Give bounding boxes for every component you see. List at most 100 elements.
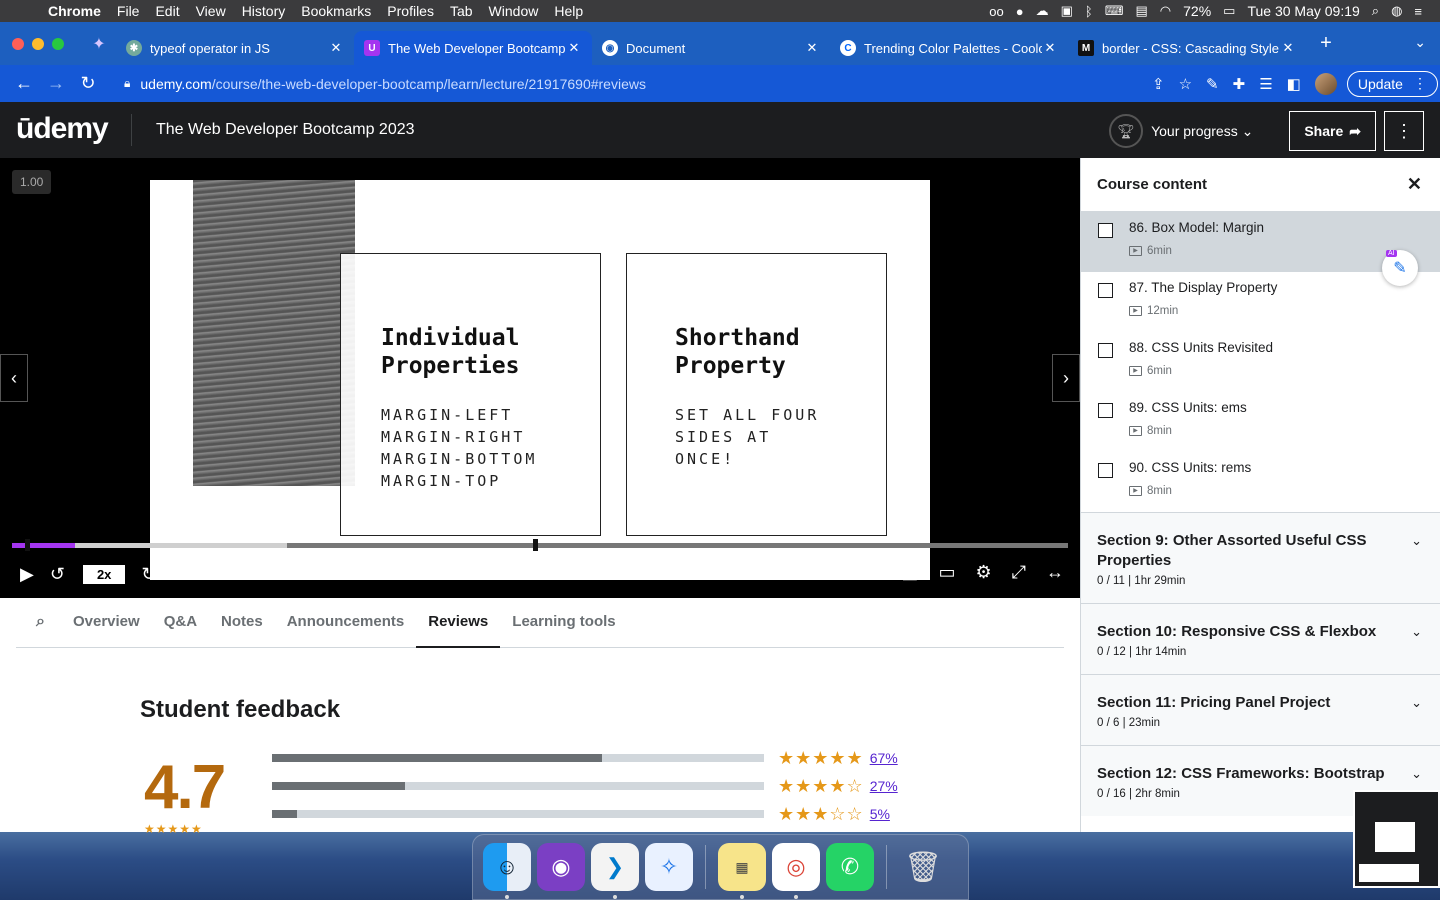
fullscreen-icon[interactable]: ⤢ [1012,562,1026,583]
lock-icon[interactable]: 🔒︎ [124,76,130,91]
maximize-window-button[interactable] [52,37,64,50]
rating-row-stars[interactable]: ★★★★☆ [778,776,864,797]
add-note-icon[interactable]: ≡ [275,564,286,585]
rating-row-stars[interactable]: ★★★☆☆ [778,804,864,825]
safari-icon[interactable]: ✧ [645,843,693,891]
close-tab-icon[interactable]: ✕ [1280,40,1296,56]
memory-icon[interactable]: ▤ [1135,3,1147,19]
course-title[interactable]: The Web Developer Bootcamp 2023 [132,121,415,139]
side-panel-icon[interactable]: ◧ [1287,75,1301,93]
settings-gear-icon[interactable]: ⚙ [975,562,991,583]
spotlight-search-icon[interactable]: ⌕ [1372,3,1379,19]
battery-icon[interactable]: ▭ [1223,3,1235,19]
lecture-item[interactable]: 89. CSS Units: ems ▶ 8min [1081,392,1440,452]
close-tab-icon[interactable]: ✕ [804,40,820,56]
menu-history[interactable]: History [234,3,294,19]
screenshot-thumbnail[interactable] [1353,790,1440,888]
tab-notes[interactable]: Notes [209,598,275,648]
wifi-icon[interactable]: ◠ [1160,3,1171,19]
battery-percentage[interactable]: 72% [1183,3,1211,19]
tab-qa[interactable]: Q&A [152,598,209,648]
tab-reviews[interactable]: Reviews [416,598,501,648]
video-progress-bar[interactable] [12,539,1068,551]
expand-width-icon[interactable]: ↔ [1046,562,1064,583]
section-item[interactable]: Section 9: Other Assorted Useful CSS Pro… [1081,512,1440,603]
cloud-icon[interactable]: ☁ [1036,3,1049,19]
more-options-button[interactable]: ⋮ [1384,111,1424,151]
extensions-puzzle-icon[interactable]: ✚ [1233,75,1246,93]
finder-icon[interactable]: ☺ [483,843,531,899]
menu-profiles[interactable]: Profiles [379,3,442,19]
rating-row-percent[interactable]: 27% [870,778,898,794]
close-tab-icon[interactable]: ✕ [328,40,344,56]
tab-search-chevron-icon[interactable]: ⌄ [1414,34,1426,51]
chevron-down-icon[interactable]: ⌄ [1411,533,1422,549]
address-bar[interactable]: 🔒︎ udemy.com/course/the-web-developer-bo… [110,69,1140,99]
previous-lecture-button[interactable]: ‹ [0,354,28,402]
rating-row-percent[interactable]: 5% [870,806,890,822]
tab-typeof-operator[interactable]: ✱ typeof operator in JS ✕ [116,31,354,65]
github-desktop-icon[interactable]: ◉ [537,843,585,891]
circle-icon[interactable]: ● [1016,4,1024,19]
ai-assistant-button[interactable]: AI ✎ [1382,250,1418,286]
vscode-icon[interactable]: ❯ [591,843,639,899]
rewind-icon[interactable]: ↺ [50,564,65,585]
close-window-button[interactable] [12,37,24,50]
profile-avatar[interactable] [1314,72,1337,95]
menu-app-name[interactable]: Chrome [40,3,109,19]
new-tab-button[interactable]: + [1306,32,1346,55]
whatsapp-icon[interactable]: ✆ [826,843,874,891]
share-button[interactable]: Share ➦ [1289,111,1376,151]
close-tab-icon[interactable]: ✕ [566,40,582,56]
section-item[interactable]: Section 10: Responsive CSS & Flexbox 0 /… [1081,603,1440,674]
menu-tab[interactable]: Tab [442,3,481,19]
rating-row-percent[interactable]: 67% [870,750,898,766]
lecture-checkbox[interactable] [1098,343,1113,358]
close-icon[interactable]: ✕ [1407,174,1422,195]
trophy-icon[interactable]: 🏆︎ [1109,114,1144,148]
forward-arrow-icon[interactable]: → [40,73,72,94]
scrub-handle[interactable] [24,539,30,551]
menu-view[interactable]: View [188,3,234,19]
tab-overview[interactable]: Overview [61,598,152,648]
bookmark-star-icon[interactable]: ☆ [1179,75,1192,93]
menu-window[interactable]: Window [481,3,547,19]
video-player[interactable]: 1.00 Individual Properties MARGIN-LEFT M… [0,158,1080,598]
lecture-item[interactable]: 87. The Display Property ▶ 12min [1081,272,1440,332]
captions-icon[interactable]: ▭ [938,562,955,583]
chevron-down-icon[interactable]: ⌄ [1411,695,1422,711]
volume-icon[interactable]: 🔊︎ [870,562,881,583]
keyboard-icon[interactable]: ⌨ [1105,3,1124,19]
stickies-icon[interactable]: ▦ [718,843,766,899]
reload-icon[interactable]: ↻ [72,73,104,94]
lecture-checkbox[interactable] [1098,463,1113,478]
back-arrow-icon[interactable]: ← [8,73,40,94]
rating-row-stars[interactable]: ★★★★★ [778,748,864,769]
kebab-menu-icon[interactable]: ⋮ [1413,75,1427,92]
lecture-checkbox[interactable] [1098,403,1113,418]
pen-extension-icon[interactable]: ✎ [1206,75,1219,93]
lecture-item[interactable]: 88. CSS Units Revisited ▶ 6min [1081,332,1440,392]
menu-file[interactable]: File [109,3,148,19]
transcript-icon[interactable]: ▤ [901,562,918,583]
tab-web-developer-bootcamp[interactable]: U The Web Developer Bootcamp ✕ [354,31,592,65]
forward-icon[interactable]: ↻ [141,564,156,585]
control-center-icon[interactable]: ≡ [1414,4,1422,19]
playback-rate-button[interactable]: 2x [82,564,126,584]
share-page-icon[interactable]: ⇪ [1152,75,1165,93]
section-item[interactable]: Section 11: Pricing Panel Project 0 / 6 … [1081,674,1440,745]
lecture-checkbox[interactable] [1098,283,1113,298]
bluetooth-icon[interactable]: ᛒ [1085,4,1093,19]
search-icon[interactable]: ⌕ [16,598,61,648]
sparkle-icon[interactable]: ✦ [82,34,116,54]
minimize-window-button[interactable] [32,37,44,50]
udemy-logo[interactable]: ūdemy [0,114,132,146]
update-button[interactable]: Update ⋮ [1346,70,1438,97]
menu-edit[interactable]: Edit [147,3,187,19]
tab-announcements[interactable]: Announcements [275,598,417,648]
tab-coolors[interactable]: C Trending Color Palettes - Coolors ✕ [830,31,1068,65]
your-progress-dropdown[interactable]: Your progress ⌄ [1151,123,1253,140]
menu-help[interactable]: Help [546,3,591,19]
glasses-icon[interactable]: oo [989,4,1003,19]
lecture-checkbox[interactable] [1098,223,1113,238]
